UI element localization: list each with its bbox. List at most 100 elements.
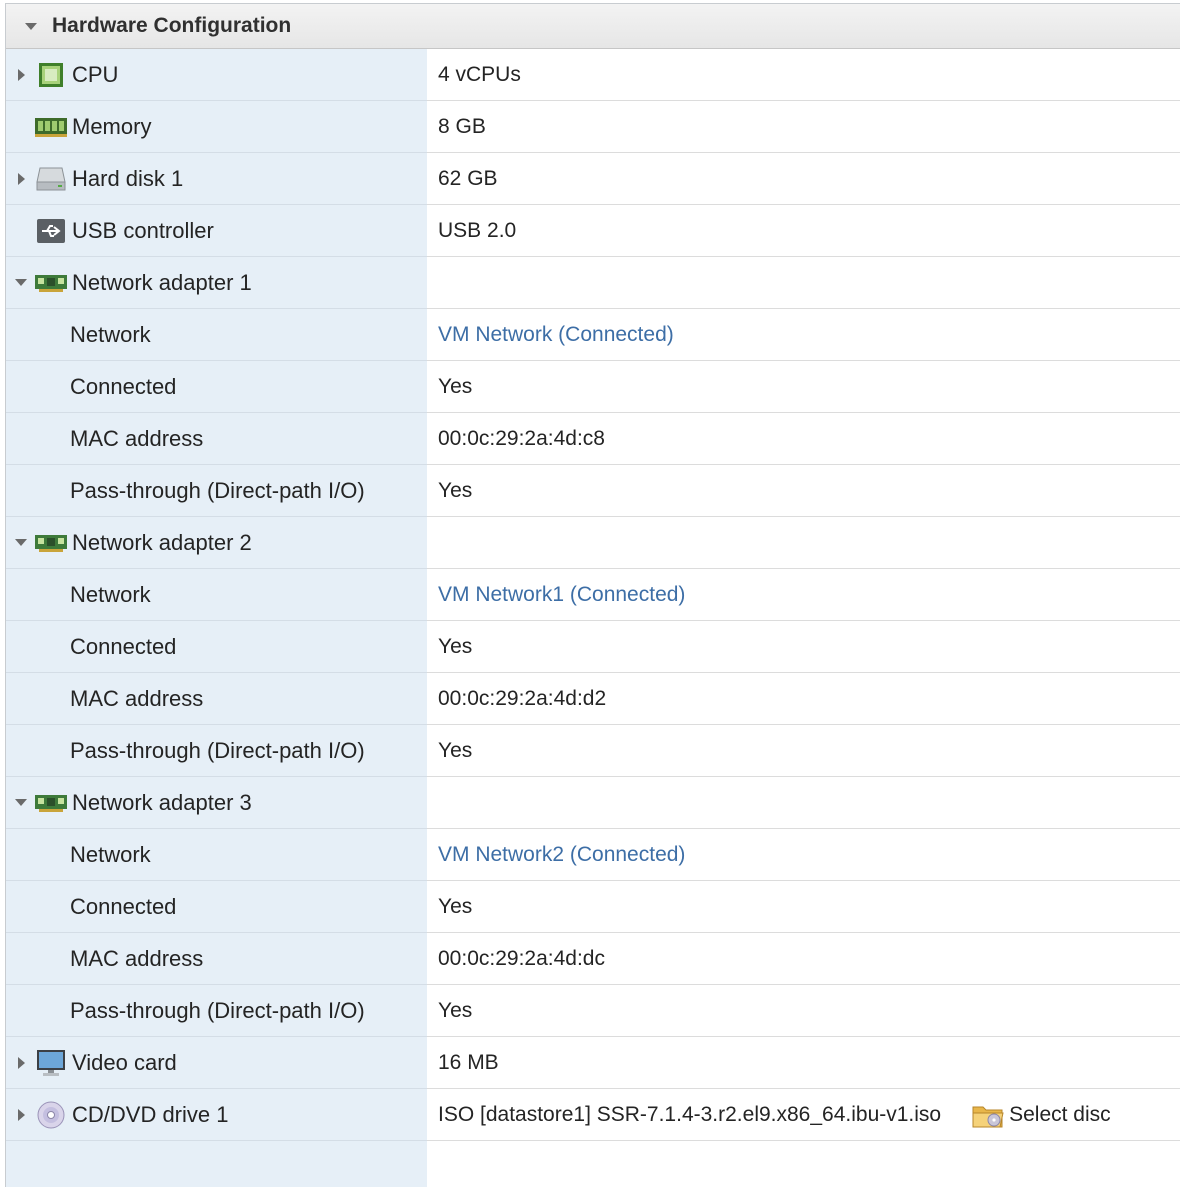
passthrough-label: Pass-through (Direct-path I/O) bbox=[70, 737, 365, 763]
connected-value: Yes bbox=[438, 894, 473, 918]
label-cell: USB controller bbox=[6, 205, 427, 257]
hard-disk-value: 62 GB bbox=[438, 166, 498, 190]
collapse-arrow-icon[interactable] bbox=[18, 13, 44, 39]
label-cell: MAC address bbox=[6, 673, 427, 725]
passthrough-value: Yes bbox=[438, 478, 473, 502]
usb-value: USB 2.0 bbox=[438, 218, 517, 242]
value-cell: Yes bbox=[427, 361, 1180, 413]
mac-label: MAC address bbox=[70, 425, 204, 451]
value-cell: VM Network1 (Connected) bbox=[427, 569, 1180, 621]
value-cell bbox=[427, 517, 1180, 569]
row-video-card: Video card 16 MB bbox=[6, 1037, 1180, 1089]
cd-dvd-label: CD/DVD drive 1 bbox=[72, 1101, 229, 1127]
value-cell: 00:0c:29:2a:4d:dc bbox=[427, 933, 1180, 985]
memory-label: Memory bbox=[72, 113, 152, 139]
row-network-3: Network VM Network2 (Connected) bbox=[6, 829, 1180, 881]
value-cell: 00:0c:29:2a:4d:d2 bbox=[427, 673, 1180, 725]
label-cell: Network adapter 3 bbox=[6, 777, 427, 829]
row-network-1: Network VM Network (Connected) bbox=[6, 309, 1180, 361]
label-cell: Pass-through (Direct-path I/O) bbox=[6, 725, 427, 777]
connected-label: Connected bbox=[70, 373, 177, 399]
label-cell: Network bbox=[6, 309, 427, 361]
hard-disk-label: Hard disk 1 bbox=[72, 165, 184, 191]
row-mac-2: MAC address 00:0c:29:2a:4d:d2 bbox=[6, 673, 1180, 725]
row-connected-1: Connected Yes bbox=[6, 361, 1180, 413]
row-network-2: Network VM Network1 (Connected) bbox=[6, 569, 1180, 621]
mac-label: MAC address bbox=[70, 685, 204, 711]
network-label: Network bbox=[70, 321, 151, 347]
row-mac-3: MAC address 00:0c:29:2a:4d:dc bbox=[6, 933, 1180, 985]
row-cpu: CPU 4 vCPUs bbox=[6, 49, 1180, 101]
value-cell: Yes bbox=[427, 881, 1180, 933]
expand-arrow-icon[interactable] bbox=[8, 166, 34, 192]
hard-disk-icon bbox=[34, 164, 68, 194]
connected-value: Yes bbox=[438, 634, 473, 658]
label-cell: Video card bbox=[6, 1037, 427, 1089]
usb-icon bbox=[34, 216, 68, 246]
row-hard-disk: Hard disk 1 62 GB bbox=[6, 153, 1180, 205]
value-cell: Yes bbox=[427, 725, 1180, 777]
label-cell: MAC address bbox=[6, 933, 427, 985]
network-link[interactable]: VM Network2 (Connected) bbox=[438, 843, 685, 867]
cpu-value: 4 vCPUs bbox=[438, 62, 521, 86]
value-cell bbox=[427, 1141, 1180, 1187]
label-cell bbox=[6, 1141, 427, 1187]
network-label: Network bbox=[70, 581, 151, 607]
label-cell: Network adapter 1 bbox=[6, 257, 427, 309]
mac-value: 00:0c:29:2a:4d:d2 bbox=[438, 686, 607, 710]
expand-arrow-icon[interactable] bbox=[8, 1102, 34, 1128]
row-usb-controller: USB controller USB 2.0 bbox=[6, 205, 1180, 257]
value-cell: 16 MB bbox=[427, 1037, 1180, 1089]
value-cell: VM Network2 (Connected) bbox=[427, 829, 1180, 881]
row-network-adapter-2: Network adapter 2 bbox=[6, 517, 1180, 569]
value-cell: Yes bbox=[427, 621, 1180, 673]
mac-label: MAC address bbox=[70, 945, 204, 971]
section-header[interactable]: Hardware Configuration bbox=[6, 4, 1180, 49]
connected-label: Connected bbox=[70, 633, 177, 659]
row-passthrough-3: Pass-through (Direct-path I/O) Yes bbox=[6, 985, 1180, 1037]
row-network-adapter-3: Network adapter 3 bbox=[6, 777, 1180, 829]
value-cell: ISO [datastore1] SSR-7.1.4-3.r2.el9.x86_… bbox=[427, 1089, 1180, 1141]
collapse-arrow-icon[interactable] bbox=[8, 790, 34, 816]
network-link[interactable]: VM Network (Connected) bbox=[438, 323, 674, 347]
value-cell: 8 GB bbox=[427, 101, 1180, 153]
hardware-configuration-panel: Hardware Configuration CPU 4 vCPUs Memor… bbox=[5, 3, 1180, 1187]
label-cell: Network bbox=[6, 829, 427, 881]
usb-label: USB controller bbox=[72, 217, 214, 243]
network-link[interactable]: VM Network1 (Connected) bbox=[438, 583, 685, 607]
row-passthrough-1: Pass-through (Direct-path I/O) Yes bbox=[6, 465, 1180, 517]
collapse-arrow-icon[interactable] bbox=[8, 270, 34, 296]
row-connected-3: Connected Yes bbox=[6, 881, 1180, 933]
value-cell: VM Network (Connected) bbox=[427, 309, 1180, 361]
passthrough-value: Yes bbox=[438, 738, 473, 762]
label-cell: Connected bbox=[6, 881, 427, 933]
value-cell: Yes bbox=[427, 985, 1180, 1037]
network-adapter-2-label: Network adapter 2 bbox=[72, 529, 252, 555]
expand-arrow-icon[interactable] bbox=[8, 1050, 34, 1076]
cd-dvd-value: ISO [datastore1] SSR-7.1.4-3.r2.el9.x86_… bbox=[438, 1102, 942, 1126]
label-cell: Pass-through (Direct-path I/O) bbox=[6, 985, 427, 1037]
row-cd-dvd-drive: CD/DVD drive 1 ISO [datastore1] SSR-7.1.… bbox=[6, 1089, 1180, 1141]
folder-icon[interactable] bbox=[971, 1100, 1005, 1130]
row-mac-1: MAC address 00:0c:29:2a:4d:c8 bbox=[6, 413, 1180, 465]
label-cell: Connected bbox=[6, 361, 427, 413]
value-cell bbox=[427, 257, 1180, 309]
mac-value: 00:0c:29:2a:4d:dc bbox=[438, 946, 605, 970]
value-cell: Yes bbox=[427, 465, 1180, 517]
video-card-label: Video card bbox=[72, 1049, 177, 1075]
label-cell: Network bbox=[6, 569, 427, 621]
row-network-adapter-1: Network adapter 1 bbox=[6, 257, 1180, 309]
memory-value: 8 GB bbox=[438, 114, 486, 138]
row-partial bbox=[6, 1141, 1180, 1187]
label-cell: MAC address bbox=[6, 413, 427, 465]
collapse-arrow-icon[interactable] bbox=[8, 530, 34, 556]
value-cell: 00:0c:29:2a:4d:c8 bbox=[427, 413, 1180, 465]
value-cell: USB 2.0 bbox=[427, 205, 1180, 257]
select-disc-button[interactable]: Select disc bbox=[1009, 1103, 1111, 1127]
expand-arrow-icon[interactable] bbox=[8, 62, 34, 88]
connected-value: Yes bbox=[438, 374, 473, 398]
cpu-label: CPU bbox=[72, 61, 119, 87]
label-cell: Connected bbox=[6, 621, 427, 673]
network-adapter-icon bbox=[34, 788, 68, 818]
row-passthrough-2: Pass-through (Direct-path I/O) Yes bbox=[6, 725, 1180, 777]
